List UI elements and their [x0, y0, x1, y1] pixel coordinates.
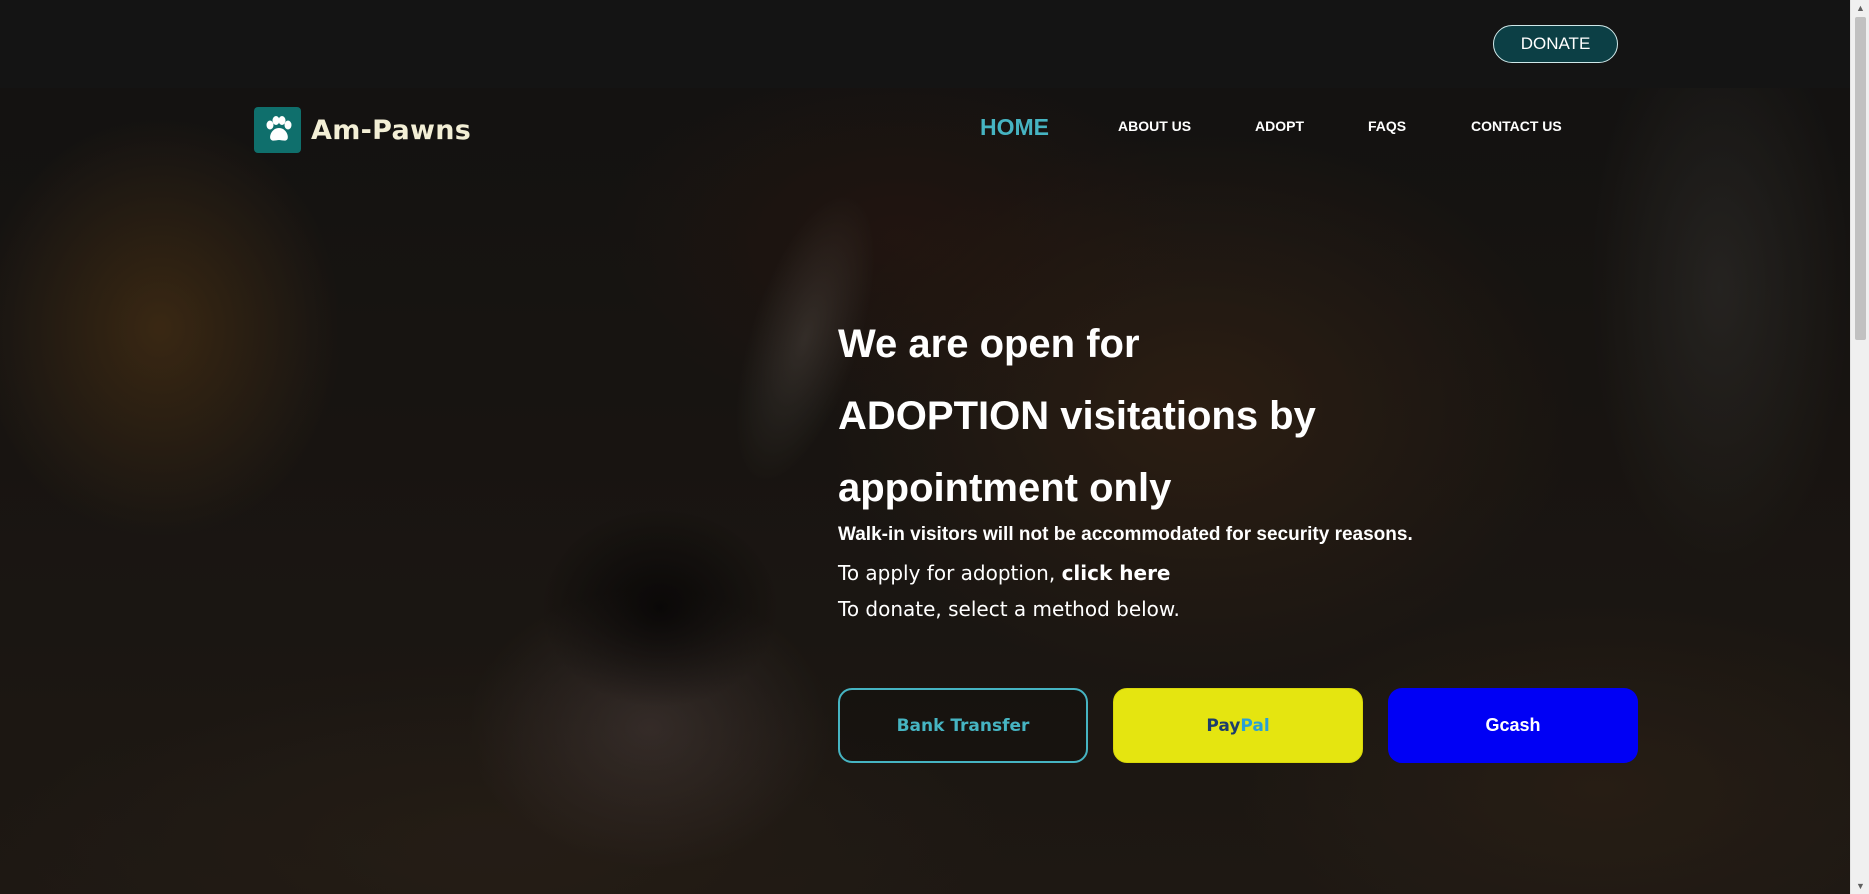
main-nav: HOME ABOUT US ADOPT FAQS CONTACT US: [0, 114, 1850, 148]
nav-faqs[interactable]: FAQS: [1368, 118, 1406, 134]
top-bar: DONATE: [0, 0, 1850, 88]
nav-home[interactable]: HOME: [980, 114, 1049, 141]
scroll-up-icon[interactable]: ▲: [1851, 0, 1869, 16]
nav-contact-us[interactable]: CONTACT US: [1471, 118, 1562, 134]
donate-button[interactable]: DONATE: [1493, 25, 1618, 63]
hero-headline: We are open for ADOPTION visitations by …: [838, 308, 1478, 524]
vertical-scrollbar[interactable]: ▲ ▼: [1850, 0, 1869, 894]
apply-text: To apply for adoption, click here: [838, 561, 1171, 585]
paypal-label-pal: Pal: [1240, 715, 1270, 736]
bank-transfer-button[interactable]: Bank Transfer: [838, 688, 1088, 763]
scroll-down-icon[interactable]: ▼: [1851, 878, 1869, 894]
headline-line: appointment only: [838, 466, 1172, 510]
nav-about-us[interactable]: ABOUT US: [1118, 118, 1191, 134]
paypal-button[interactable]: Pay Pal: [1113, 688, 1363, 763]
page: DONATE Am-Pawns HOME ABOUT US ADOPT FAQS…: [0, 0, 1869, 894]
nav-adopt[interactable]: ADOPT: [1255, 118, 1304, 134]
paypal-label-pay: Pay: [1206, 715, 1241, 736]
headline-line: We are open for: [838, 322, 1140, 366]
donate-instructions: To donate, select a method below.: [838, 597, 1180, 621]
gcash-button[interactable]: Gcash: [1388, 688, 1638, 763]
headline-line: ADOPTION visitations by: [838, 394, 1316, 438]
walk-in-notice: Walk-in visitors will not be accommodate…: [838, 524, 1413, 545]
apply-prefix: To apply for adoption,: [838, 561, 1062, 585]
scroll-thumb[interactable]: [1855, 17, 1866, 340]
apply-link[interactable]: click here: [1062, 561, 1171, 585]
